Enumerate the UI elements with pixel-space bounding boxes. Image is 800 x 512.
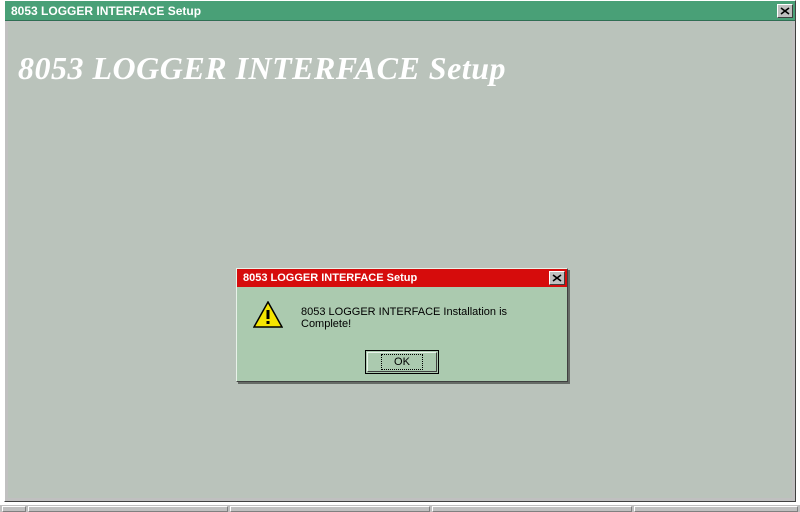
warning-icon: [253, 301, 283, 334]
dialog-message: 8053 LOGGER INTERFACE Installation is Co…: [301, 306, 557, 330]
taskbar-item[interactable]: [28, 506, 228, 512]
taskbar: [0, 504, 800, 512]
message-dialog: 8053 LOGGER INTERFACE Setup 8053 LOGGER …: [236, 268, 568, 382]
ok-button[interactable]: OK: [367, 352, 437, 372]
main-window: 8053 LOGGER INTERFACE Setup 8053 LOGGER …: [4, 0, 796, 502]
page-title: 8053 LOGGER INTERFACE Setup: [18, 50, 506, 87]
taskbar-item[interactable]: [432, 506, 632, 512]
dialog-content-row: 8053 LOGGER INTERFACE Installation is Co…: [247, 301, 557, 334]
dialog-button-row: OK: [247, 352, 557, 372]
taskbar-item[interactable]: [230, 506, 430, 512]
taskbar-tray[interactable]: [634, 506, 798, 512]
close-icon[interactable]: [777, 4, 793, 18]
dialog-titlebar: 8053 LOGGER INTERFACE Setup: [237, 269, 567, 287]
ok-button-label: OK: [381, 354, 423, 370]
main-titlebar: 8053 LOGGER INTERFACE Setup: [5, 1, 795, 21]
dialog-title-text: 8053 LOGGER INTERFACE Setup: [243, 272, 417, 284]
taskbar-item[interactable]: [2, 506, 26, 512]
dialog-body: 8053 LOGGER INTERFACE Installation is Co…: [237, 287, 567, 382]
main-title-text: 8053 LOGGER INTERFACE Setup: [11, 4, 201, 18]
main-body: 8053 LOGGER INTERFACE Setup: [8, 22, 792, 498]
dialog-close-icon[interactable]: [549, 271, 565, 285]
